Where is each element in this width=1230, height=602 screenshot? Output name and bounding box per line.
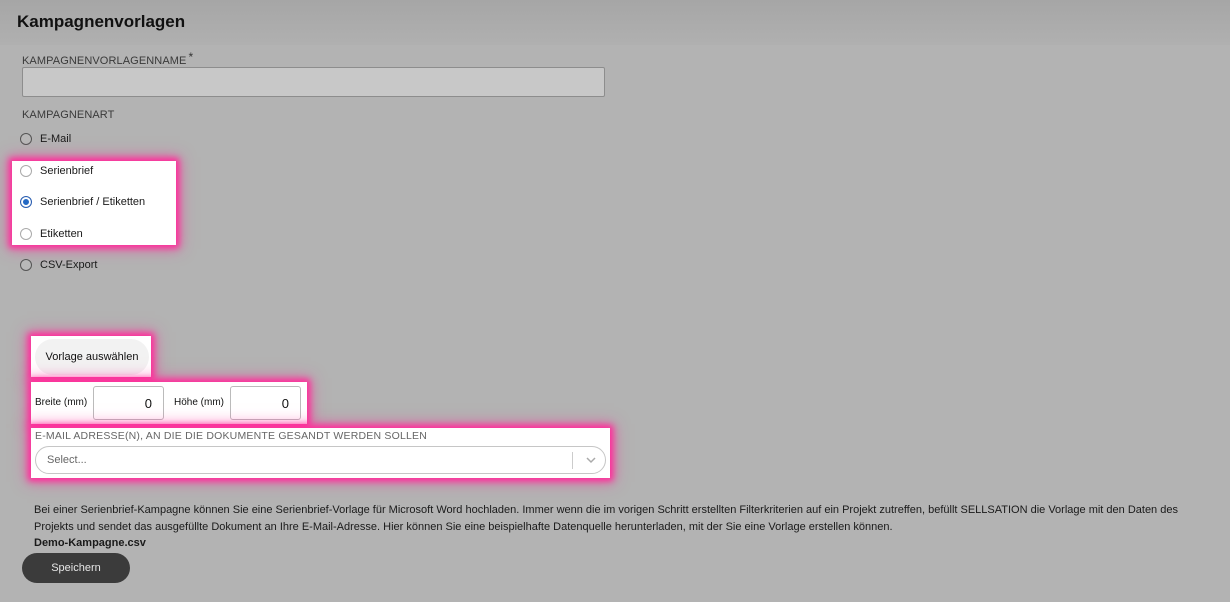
- radio-label: CSV-Export: [40, 259, 98, 271]
- radio-label: Serienbrief: [40, 165, 94, 177]
- chevron-down-icon[interactable]: [584, 453, 598, 467]
- radio-button[interactable]: [20, 165, 32, 177]
- radio-etiketten[interactable]: Etiketten: [20, 225, 83, 243]
- email-recipients-select[interactable]: Select...: [35, 446, 606, 474]
- radio-email[interactable]: E-Mail: [20, 130, 71, 148]
- campaign-type-label: KAMPAGNENART: [22, 109, 115, 121]
- radio-csv-export[interactable]: CSV-Export: [20, 256, 97, 274]
- select-separator: [572, 452, 573, 469]
- template-name-label-text: KAMPAGNENVORLAGENNAME: [22, 55, 187, 67]
- radio-serienbrief[interactable]: Serienbrief: [20, 162, 93, 180]
- radio-label: E-Mail: [40, 133, 72, 145]
- email-recipients-label: E-MAIL ADRESSE(N), AN DIE DIE DOKUMENTE …: [35, 430, 428, 442]
- radio-label: Etiketten: [40, 228, 83, 240]
- radio-button[interactable]: [20, 133, 32, 145]
- radio-button[interactable]: [20, 228, 32, 240]
- demo-file-link[interactable]: Demo-Kampagne.csv: [34, 537, 146, 549]
- description-text: Bei einer Serienbrief-Kampagne können Si…: [34, 504, 1178, 533]
- save-button[interactable]: Speichern: [22, 553, 130, 583]
- template-name-input[interactable]: [22, 67, 605, 97]
- page-title: Kampagnenvorlagen: [17, 12, 186, 31]
- radio-serienbrief-etiketten[interactable]: Serienbrief / Etiketten: [20, 193, 145, 211]
- select-template-button[interactable]: Vorlage auswählen: [35, 339, 149, 375]
- height-input[interactable]: [230, 386, 301, 420]
- template-name-label: KAMPAGNENVORLAGENNAME *: [22, 50, 194, 67]
- required-mark: *: [188, 50, 194, 64]
- select-placeholder: Select...: [47, 454, 87, 466]
- width-label: Breite (mm): [35, 397, 88, 408]
- radio-button-checked[interactable]: [20, 196, 32, 208]
- radio-label: Serienbrief / Etiketten: [40, 196, 146, 208]
- width-input[interactable]: [93, 386, 164, 420]
- height-label: Höhe (mm): [174, 397, 225, 408]
- page-header: Kampagnenvorlagen: [0, 0, 1230, 45]
- radio-button[interactable]: [20, 259, 32, 271]
